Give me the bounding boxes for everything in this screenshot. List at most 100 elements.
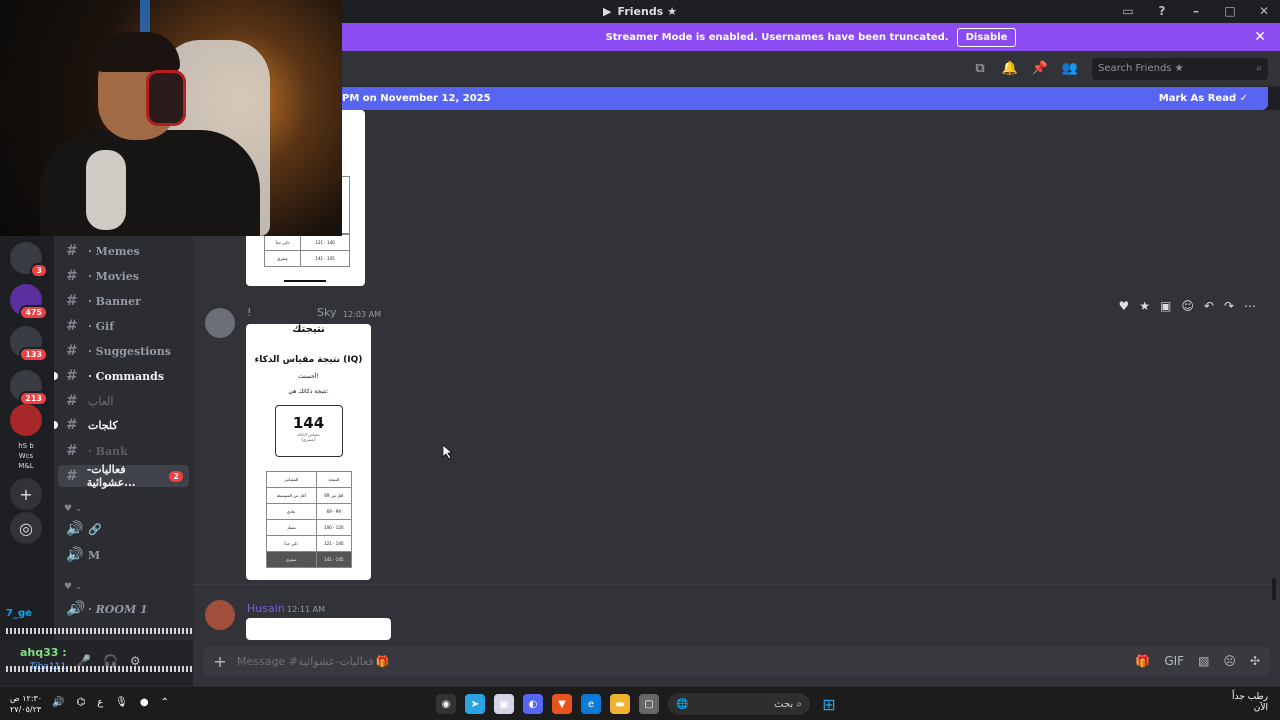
channel-item[interactable]: # كلجات <box>54 414 189 436</box>
avatar[interactable] <box>205 308 235 338</box>
message-input[interactable]: + Message #فعاليات-عشوائية 🎁 🎁 GIF ▧ ☹ ✣ <box>203 646 1270 676</box>
apps-icon[interactable]: ✣ <box>1250 654 1260 668</box>
server-icon[interactable]: 3 <box>10 242 48 278</box>
obs-icon[interactable]: ◉ <box>436 694 456 714</box>
more-icon[interactable]: ⋯ <box>1244 299 1256 313</box>
server-badge: 3 <box>30 263 48 278</box>
help-icon[interactable]: ? <box>1154 3 1170 19</box>
network-icon[interactable]: ⌬ <box>76 697 85 708</box>
voice-channel[interactable]: 🔊 🔗 <box>58 518 189 540</box>
search-icon: ⌕ <box>796 698 802 710</box>
voice-channel[interactable]: 🔊 M <box>58 544 189 566</box>
channel-item-commands[interactable]: # · Commands <box>54 365 189 387</box>
server-icon[interactable]: 133 <box>10 326 48 362</box>
windows-start-icon[interactable]: ⊞ <box>819 694 839 714</box>
bell-icon[interactable]: 🔔 <box>1002 61 1018 77</box>
disable-streamer-button[interactable]: Disable <box>956 27 1017 47</box>
image-heading: نتيجتك <box>292 324 325 335</box>
heart-reaction-icon[interactable]: ♥ <box>1118 299 1129 313</box>
scrollbar[interactable] <box>1272 578 1276 600</box>
channel-item[interactable]: # · Bank <box>58 440 189 462</box>
threads-icon[interactable]: ⧉ <box>972 61 988 77</box>
channel-item[interactable]: # · Movies <box>58 265 189 287</box>
channel-item[interactable]: # · Memes <box>58 240 189 262</box>
chevron-up-icon[interactable]: ⌃ <box>161 697 169 708</box>
server-badge: 475 <box>19 305 48 320</box>
emoji-icon[interactable]: ☹ <box>1223 654 1236 668</box>
taskbar-search[interactable]: 🌐 بحث ⌕ <box>668 693 810 715</box>
pin-icon[interactable]: 📌 <box>1032 61 1048 77</box>
window-title: ▶ Friends ★ <box>603 5 677 18</box>
language-indicator[interactable]: ع <box>97 697 103 708</box>
channel-item[interactable]: # العاب <box>58 390 189 412</box>
close-icon[interactable]: ✕ <box>1254 29 1266 45</box>
upload-plus-icon[interactable]: + <box>203 652 237 671</box>
reply-icon[interactable]: ↶ <box>1204 299 1214 313</box>
taskview-icon[interactable]: ▢ <box>639 694 659 714</box>
voice-channel-room1[interactable]: 🔊 · ROOM 1 <box>58 598 189 620</box>
maximize-button[interactable]: □ <box>1222 3 1238 19</box>
message-image[interactable] <box>246 618 391 640</box>
explore-icon[interactable]: ◎ <box>10 512 42 544</box>
webcam-microphone <box>86 150 126 230</box>
image-result-label: نتيجة ذكائك هي: <box>288 388 329 395</box>
server-icon[interactable]: 475 <box>10 284 48 320</box>
sticker-icon[interactable]: ▧ <box>1198 654 1209 668</box>
category-collapse[interactable]: ♥ ⌄ <box>64 504 82 514</box>
discord-icon[interactable]: ◐ <box>523 694 543 714</box>
message-author[interactable]: Husain <box>247 602 285 615</box>
channel-item[interactable]: # · Suggestions <box>58 340 189 362</box>
message-timestamp: 12:03 AM <box>343 310 381 319</box>
message-author[interactable]: ! <box>247 306 251 319</box>
image-table: ذكي جداً 121 - 140 عبقري 141 - 145 <box>263 234 350 267</box>
iq-score: 144 <box>292 414 325 432</box>
minimize-button[interactable]: – <box>1188 3 1204 19</box>
mark-as-read-button[interactable]: Mark As Read ✓ <box>1159 93 1248 104</box>
star-reaction-icon[interactable]: ★ <box>1139 299 1150 313</box>
message-timestamp: 12:11 AM <box>287 605 325 614</box>
gif-icon[interactable]: GIF <box>1164 654 1184 668</box>
weather-widget[interactable]: رطب جداً الآن <box>1232 692 1268 714</box>
hash-icon: # <box>66 343 78 359</box>
channel-item[interactable]: # · Gif <box>58 315 189 337</box>
emoji-reaction-icon[interactable]: ▣ <box>1160 299 1171 313</box>
iq-scale-table: المقياس النتيجة أقل من المتوسط أقل من 69 ع… <box>265 471 352 568</box>
category-collapse[interactable]: ♥ ⌄ <box>64 582 82 592</box>
channel-item[interactable]: # · Banner <box>58 290 189 312</box>
new-messages-bar[interactable]: PM on November 12, 2025 Mark As Read ✓ <box>342 87 1268 110</box>
brave-icon[interactable]: ▼ <box>552 694 572 714</box>
close-button[interactable]: ✕ <box>1256 3 1272 19</box>
new-messages-text: PM on November 12, 2025 <box>342 93 491 104</box>
taskbar-clock[interactable]: ١٢:٣٠ ص ٢٧/٠٥/٢٣ <box>10 693 42 715</box>
streamer-mode-banner: Streamer Mode is enabled. Usernames have… <box>342 23 1280 51</box>
composer-tools: 🎁 GIF ▧ ☹ ✣ <box>1135 654 1270 668</box>
message-author[interactable]: Sky <box>317 306 336 319</box>
telegram-icon[interactable]: ➤ <box>465 694 485 714</box>
channel-item-selected[interactable]: # فعاليات-عشوائية... 2 <box>58 463 189 489</box>
volume-icon[interactable]: 🔊 <box>52 697 64 708</box>
mic-tray-icon[interactable]: 🎙 <box>115 697 128 708</box>
server-folder[interactable]: hS b Wcs M&L <box>10 440 42 472</box>
message-actions: ♥ ★ ▣ ☺ ↶ ↷ ⋯ <box>1118 296 1256 316</box>
taskbar: ١٢:٣٠ ص ٢٧/٠٥/٢٣ 🔊 ⌬ ع 🎙 ● ⌃ ◉ ➤ ▣ ◐ ▼ e… <box>0 686 1280 720</box>
add-server-icon[interactable]: + <box>10 478 42 510</box>
forward-icon[interactable]: ↷ <box>1224 299 1234 313</box>
hash-icon: # <box>66 393 78 409</box>
search-input[interactable]: Search Friends ★ ⌕ <box>1092 57 1268 80</box>
iq-result-image[interactable]: نتيجتك نتيجة مقياس الذكاء (IQ) أحسنت! نت… <box>246 324 371 580</box>
folder-icon[interactable]: ▬ <box>610 694 630 714</box>
app-tray-icon[interactable]: ● <box>140 697 149 708</box>
window-controls: ▭ ? – □ ✕ <box>1120 3 1272 19</box>
server-icon[interactable] <box>10 404 42 436</box>
edge-icon[interactable]: e <box>581 694 601 714</box>
add-reaction-icon[interactable]: ☺ <box>1181 299 1194 313</box>
hash-icon: # <box>66 268 78 284</box>
iq-score-class: (عبقري) <box>301 437 316 442</box>
server-icon[interactable]: 213 <box>10 370 48 406</box>
app-icon[interactable]: ▣ <box>494 694 514 714</box>
avatar[interactable] <box>205 600 235 630</box>
gift-icon[interactable]: 🎁 <box>1135 654 1150 668</box>
user-panel: ahq33 : Tiba111 🎤 🎧 ⚙ <box>0 640 193 686</box>
members-icon[interactable]: 👥 <box>1062 61 1078 77</box>
inbox-icon[interactable]: ▭ <box>1120 3 1136 19</box>
